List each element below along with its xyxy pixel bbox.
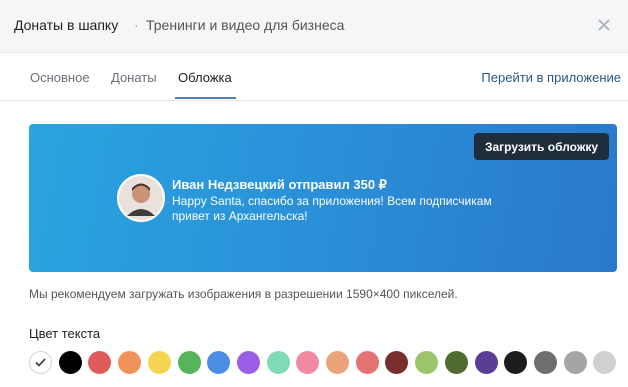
color-swatch[interactable] (474, 351, 498, 374)
color-swatch[interactable] (58, 351, 82, 374)
color-swatch[interactable] (533, 351, 557, 374)
color-swatch[interactable] (504, 351, 528, 374)
color-swatch[interactable] (147, 351, 171, 374)
text-color-label: Цвет текста (29, 326, 101, 341)
color-swatch[interactable] (355, 351, 379, 374)
active-tab-indicator (175, 97, 236, 99)
modal-title: Донаты в шапку (14, 17, 119, 33)
tab-bar: Основное Донаты Обложка Перейти в прилож… (0, 53, 628, 101)
checkmark-icon (35, 358, 46, 367)
color-swatch[interactable] (326, 351, 349, 374)
color-swatch[interactable] (385, 351, 409, 374)
color-swatch[interactable] (266, 351, 290, 374)
color-swatch[interactable] (177, 351, 201, 374)
color-swatch[interactable] (593, 351, 617, 374)
recommendation-text: Мы рекомендуем загружать изображения в р… (29, 287, 458, 301)
close-icon[interactable] (597, 18, 611, 32)
tab-donations[interactable]: Донаты (111, 70, 157, 85)
tab-main[interactable]: Основное (30, 70, 90, 85)
color-swatch[interactable] (415, 351, 439, 374)
color-swatch[interactable] (563, 351, 587, 374)
modal-subtitle: Тренинги и видео для бизнеса (146, 17, 345, 33)
donor-name: Иван Недзвецкий отправил 350 ₽ (172, 177, 387, 192)
color-swatch[interactable] (88, 351, 112, 374)
color-swatch[interactable] (207, 351, 231, 374)
color-swatch[interactable] (236, 351, 260, 374)
cover-preview: Загрузить обложку Иван Недзвецкий отправ… (29, 124, 617, 272)
donation-message: Happy Santa, спасибо за приложения! Всем… (172, 194, 492, 223)
title-separator: · (134, 17, 139, 33)
modal-header: Донаты в шапку · Тренинги и видео для би… (0, 0, 628, 53)
color-swatch[interactable] (296, 351, 320, 374)
color-swatch[interactable] (118, 351, 142, 374)
color-swatch[interactable] (29, 351, 52, 374)
tab-cover[interactable]: Обложка (178, 70, 232, 85)
upload-cover-button[interactable]: Загрузить обложку (474, 133, 609, 160)
avatar (117, 174, 165, 222)
go-to-app-link[interactable]: Перейти в приложение (481, 70, 621, 85)
color-swatch[interactable] (444, 351, 468, 374)
